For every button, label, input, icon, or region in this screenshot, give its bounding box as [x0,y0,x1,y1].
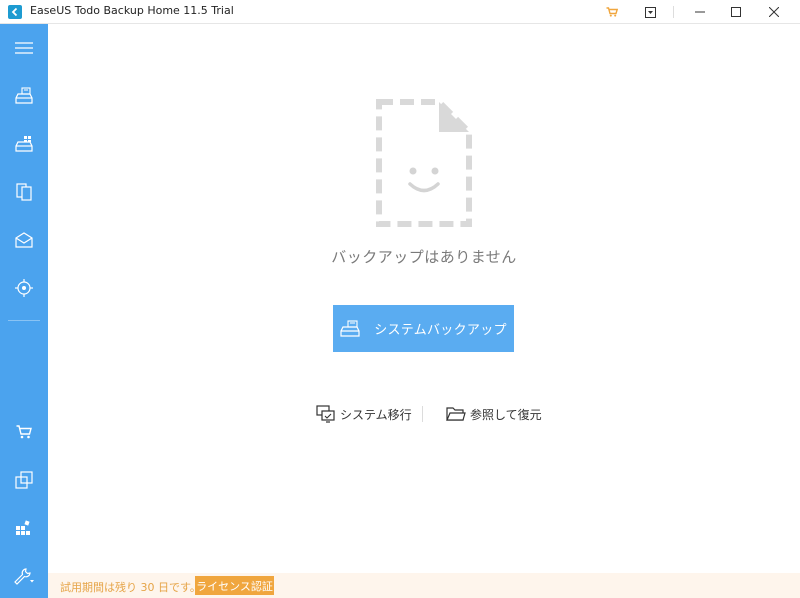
secondary-actions: システム移行 参照して復元 [48,402,800,426]
sidebar-item-file-backup[interactable] [0,172,48,212]
minimize-button[interactable] [682,0,718,24]
main-content: バックアップはありません システムバックアップ システム移行 参照して復元 [48,24,800,574]
title-separator [673,6,674,18]
sidebar-item-smart-backup[interactable] [0,268,48,308]
empty-file-smiley-icon [376,99,472,227]
maximize-button[interactable] [718,0,754,24]
window-title: EaseUS Todo Backup Home 11.5 Trial [30,4,234,17]
sidebar-item-tools[interactable] [0,508,48,548]
trial-status-bar: 試用期間は残り 30 日です。 ライセンス認証 [48,573,800,598]
disk-backup-icon [15,136,33,152]
sidebar-divider [8,320,40,321]
smart-backup-icon [15,279,33,297]
system-backup-button-label: システムバックアップ [374,322,507,337]
hamburger-menu-icon [15,42,33,54]
empty-document-illustration [375,98,473,228]
sidebar-item-system-backup[interactable] [0,76,48,116]
system-transfer-icon [316,405,336,423]
sidebar-item-clone[interactable] [0,460,48,500]
sidebar-item-mail-backup[interactable] [0,220,48,260]
close-button[interactable] [756,0,792,24]
wrench-settings-icon [14,568,34,585]
minimize-icon [695,11,705,13]
cart-icon [606,7,618,17]
title-cart-button[interactable] [594,0,630,24]
app-window: EaseUS Todo Backup Home 11.5 Trial バックアッ… [0,0,800,598]
folder-icon [446,406,466,422]
mail-backup-icon [15,232,33,248]
browse-restore-label: 参照して復元 [470,407,542,422]
title-bar: EaseUS Todo Backup Home 11.5 Trial [0,0,800,24]
clone-icon [15,471,33,489]
tools-grid-icon [16,520,30,535]
file-backup-icon [16,183,32,201]
title-menu-button[interactable] [632,0,668,24]
system-transfer-link[interactable]: システム移行 [316,402,412,426]
sidebar-menu-toggle[interactable] [0,28,48,68]
empty-state-message: バックアップはありません [331,248,517,266]
license-activation-button[interactable]: ライセンス認証 [195,576,274,595]
system-transfer-label: システム移行 [340,407,412,422]
sidebar-item-store[interactable] [0,412,48,452]
app-logo-icon [8,5,22,19]
browse-restore-link[interactable]: 参照して復元 [446,402,542,426]
maximize-icon [731,7,741,17]
system-backup-icon [15,87,33,104]
system-backup-button[interactable]: システムバックアップ [333,305,514,352]
sidebar-item-disk-backup[interactable] [0,124,48,164]
sidebar-item-settings[interactable] [0,556,48,596]
trial-remaining-text: 試用期間は残り 30 日です。 [60,581,201,594]
system-backup-icon [340,319,360,338]
cart-icon [16,425,32,439]
dropdown-menu-icon [644,6,656,18]
actions-separator [422,406,423,422]
sidebar [0,24,48,598]
close-icon [769,7,779,17]
